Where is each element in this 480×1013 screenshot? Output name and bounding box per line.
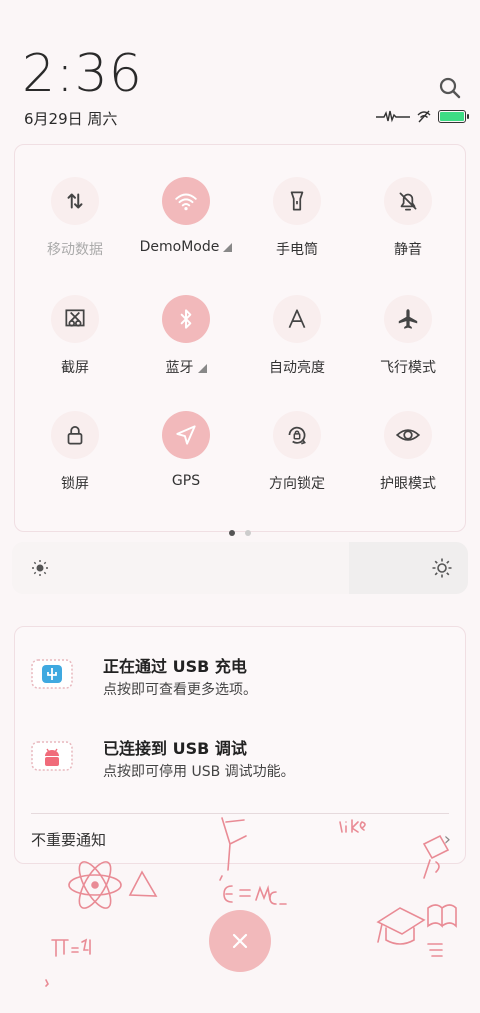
signal-wave-icon — [376, 110, 410, 123]
notification-usb-debugging[interactable]: 已连接到 USB 调试 点按即可停用 USB 调试功能。 — [31, 735, 451, 795]
brightness-high-icon — [432, 558, 452, 578]
tile-label: 静音 — [352, 239, 464, 259]
tile-label-text: 静音 — [394, 242, 422, 258]
brightness-slider[interactable] — [12, 542, 468, 594]
clock-date: 6月29日 周六 — [24, 110, 118, 128]
close-icon — [232, 933, 248, 949]
gps-icon — [162, 411, 210, 459]
tile-label: 锁屏 — [19, 473, 131, 493]
tile-label-text: 手电筒 — [276, 242, 318, 258]
tile-wifi[interactable]: DemoMode — [130, 177, 242, 255]
page-indicator — [15, 521, 465, 540]
tile-rotation-lock[interactable]: 方向锁定 — [241, 411, 353, 493]
flashlight-icon — [273, 177, 321, 225]
airplane-icon — [384, 295, 432, 343]
divider — [31, 813, 449, 814]
brightness-low-icon — [32, 560, 48, 576]
screenshot-icon — [51, 295, 99, 343]
tile-eye[interactable]: 护眼模式 — [352, 411, 464, 493]
tile-bluetooth[interactable]: 蓝牙 — [130, 295, 242, 377]
notification-card: 正在通过 USB 充电 点按即可查看更多选项。 已连接到 USB 调试 点按即可… — [14, 626, 466, 864]
bell-off-icon — [384, 177, 432, 225]
tile-label-text: 移动数据 — [47, 242, 103, 258]
tile-screenshot[interactable]: 截屏 — [19, 295, 131, 377]
tile-label-text: 蓝牙 — [165, 360, 194, 376]
tile-label-text: 护眼模式 — [380, 476, 436, 492]
usb-icon — [31, 659, 73, 689]
eye-icon — [384, 411, 432, 459]
search-icon[interactable] — [438, 76, 462, 100]
tile-lock[interactable]: 锁屏 — [19, 411, 131, 493]
tile-label-text: 方向锁定 — [269, 476, 325, 492]
notification-title: 正在通过 USB 充电 — [103, 657, 247, 676]
tile-bell-off[interactable]: 静音 — [352, 177, 464, 259]
tile-label-text: DemoMode — [139, 239, 220, 255]
tile-label-text: 自动亮度 — [269, 360, 325, 376]
tile-gps[interactable]: GPS — [130, 411, 242, 489]
notification-subtitle: 点按即可查看更多选项。 — [103, 682, 257, 698]
tile-label: 护眼模式 — [352, 473, 464, 493]
tile-label-text: 截屏 — [61, 360, 89, 376]
tile-label: 方向锁定 — [241, 473, 353, 493]
notification-subtitle: 点按即可停用 USB 调试功能。 — [103, 764, 295, 780]
expand-caret-icon[interactable] — [223, 243, 233, 252]
tile-label: 蓝牙 — [130, 357, 242, 377]
bluetooth-icon — [162, 295, 210, 343]
tile-label: DemoMode — [130, 239, 242, 255]
quick-settings-panel: 移动数据 DemoMode 手电筒 静音截屏 蓝牙 自动亮度 飞行模式锁屏 GPS 方向锁定 护眼… — [14, 144, 466, 536]
expand-caret-icon[interactable] — [197, 364, 207, 373]
tile-label: 移动数据 — [19, 239, 131, 259]
notification-usb-charging[interactable]: 正在通过 USB 充电 点按即可查看更多选项。 — [31, 653, 451, 713]
tile-mobile-data[interactable]: 移动数据 — [19, 177, 131, 259]
tile-label: 截屏 — [19, 357, 131, 377]
mobile-data-icon — [51, 177, 99, 225]
rotation-lock-icon — [273, 411, 321, 459]
unimportant-notifications-label[interactable]: 不重要通知 — [31, 829, 106, 850]
tile-label-text: 锁屏 — [61, 476, 89, 492]
tile-airplane[interactable]: 飞行模式 — [352, 295, 464, 377]
wifi-off-icon — [417, 110, 431, 123]
tile-flashlight[interactable]: 手电筒 — [241, 177, 353, 259]
tile-label: 飞行模式 — [352, 357, 464, 377]
chevron-right-icon[interactable]: › — [444, 829, 451, 850]
battery-icon — [438, 109, 469, 123]
lock-icon — [51, 411, 99, 459]
brightness-slider-fill — [12, 542, 350, 594]
status-bar-icons — [376, 106, 469, 126]
page-dot[interactable] — [229, 530, 235, 536]
tile-label: 自动亮度 — [241, 357, 353, 377]
tile-label-text: GPS — [171, 473, 201, 489]
tile-label: 手电筒 — [241, 239, 353, 259]
tile-auto-brightness[interactable]: 自动亮度 — [241, 295, 353, 377]
auto-brightness-icon — [273, 295, 321, 343]
tile-label-text: 飞行模式 — [380, 360, 436, 376]
clock-time: 2:36 — [22, 44, 143, 104]
android-icon — [31, 741, 73, 771]
notification-title: 已连接到 USB 调试 — [103, 739, 247, 758]
wifi-icon — [162, 177, 210, 225]
tile-label: GPS — [130, 473, 242, 489]
close-button[interactable] — [209, 910, 271, 972]
page-dot[interactable] — [245, 530, 251, 536]
